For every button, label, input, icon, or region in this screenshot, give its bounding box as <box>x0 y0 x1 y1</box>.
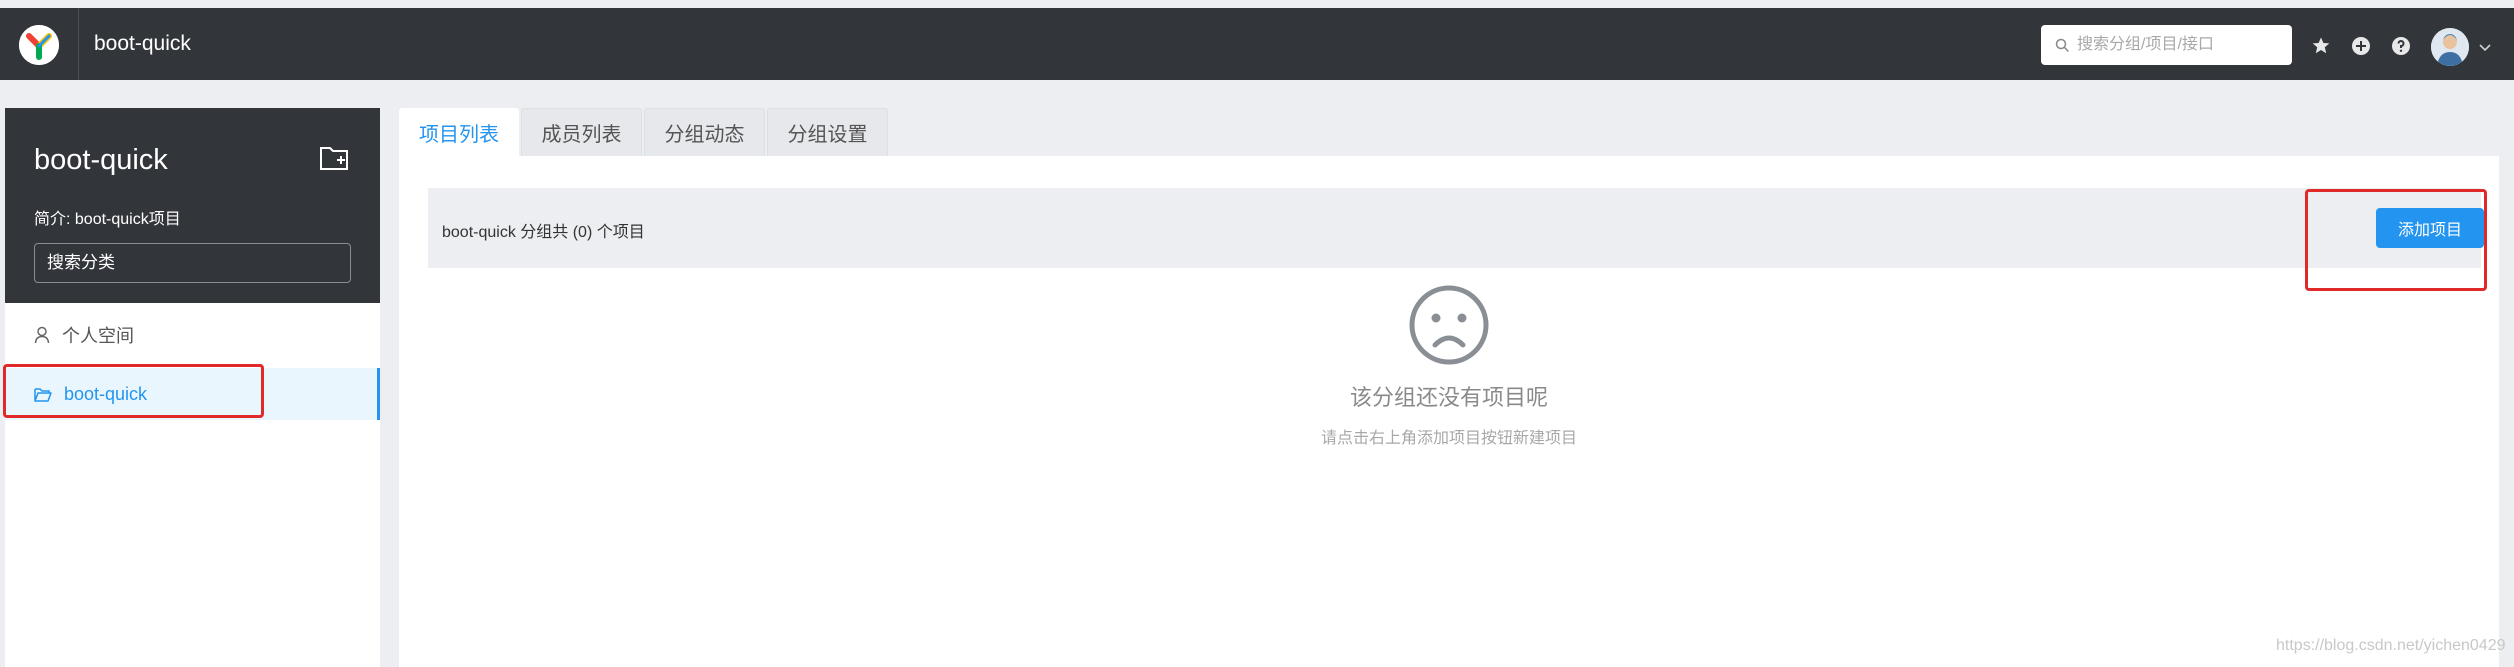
user-icon <box>34 326 50 344</box>
annotation-box-sidebar-group <box>3 364 264 418</box>
avatar-icon <box>2431 28 2469 66</box>
annotation-box-add-button <box>2305 189 2487 291</box>
user-avatar[interactable] <box>2431 28 2469 66</box>
watermark: https://blog.csdn.net/yichen0429 <box>2276 637 2506 654</box>
help-icon[interactable] <box>2391 36 2411 56</box>
group-name: boot-quick <box>34 144 168 176</box>
summary-bar: boot-quick 分组共 (0) 个项目 添加项目 <box>428 188 2484 268</box>
group-description: 简介: boot-quick项目 <box>34 211 181 228</box>
chevron-down-icon[interactable] <box>2479 44 2491 52</box>
tab-group-settings[interactable]: 分组设置 <box>767 108 888 156</box>
app-title[interactable]: boot-quick <box>94 32 191 56</box>
tab-member-list[interactable]: 成员列表 <box>521 108 642 156</box>
add-circle-icon[interactable] <box>2351 36 2371 56</box>
group-info-card: boot-quick 简介: boot-quick项目 <box>5 108 380 303</box>
folder-add-icon[interactable] <box>319 144 351 172</box>
project-list-panel: boot-quick 分组共 (0) 个项目 添加项目 该分组还没有项目呢 请点… <box>399 156 2499 667</box>
tab-group-activity[interactable]: 分组动态 <box>644 108 765 156</box>
top-header: boot-quick <box>0 8 2514 80</box>
star-icon[interactable] <box>2311 36 2331 56</box>
project-count-summary: boot-quick 分组共 (0) 个项目 <box>442 224 645 241</box>
tab-project-list[interactable]: 项目列表 <box>399 108 519 156</box>
category-search-input[interactable] <box>34 243 351 283</box>
header-divider <box>78 8 79 80</box>
sidebar-item-label: 个人空间 <box>62 326 134 346</box>
sad-face-icon <box>1409 285 1489 365</box>
sidebar-item-personal-space[interactable]: 个人空间 <box>5 309 380 361</box>
global-search-input[interactable] <box>2077 31 2282 59</box>
app-logo-icon <box>19 25 59 65</box>
empty-state-description: 请点击右上角添加项目按钮新建项目 <box>1320 430 1577 447</box>
logo[interactable] <box>19 25 59 65</box>
empty-state-title: 该分组还没有项目呢 <box>1349 385 1548 410</box>
global-search[interactable] <box>2041 25 2292 65</box>
search-icon <box>2055 38 2069 52</box>
